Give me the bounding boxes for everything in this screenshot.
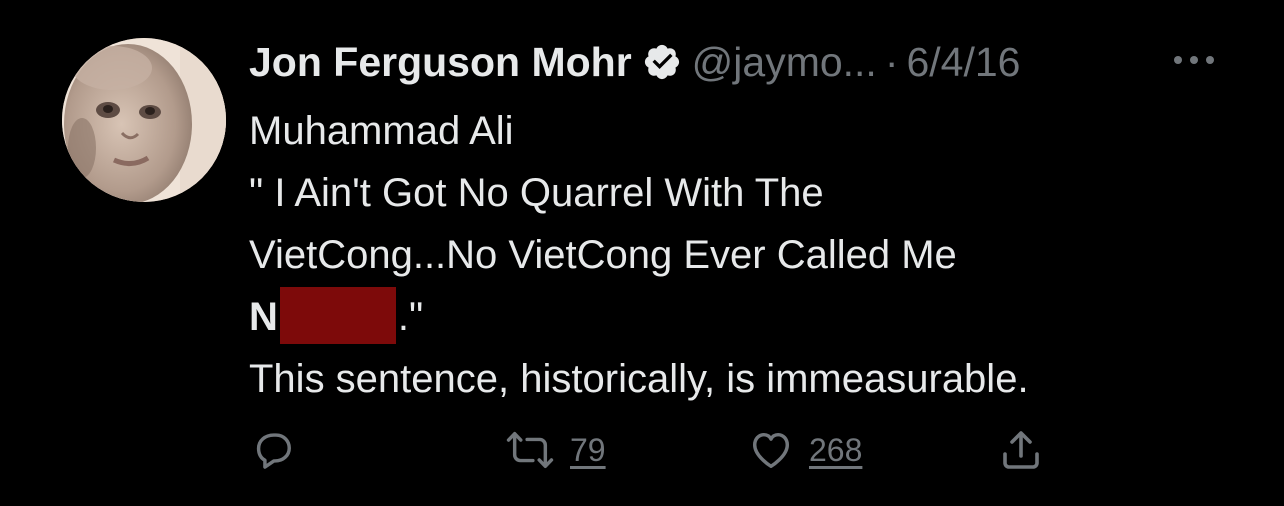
- redaction-box: [279, 287, 396, 344]
- like-count[interactable]: 268: [809, 432, 862, 469]
- retweet-icon: [504, 427, 556, 473]
- tweet-line: This sentence, historically, is immeasur…: [249, 357, 1029, 401]
- tweet-body: Muhammad Ali " I Ain't Got No Quarrel Wi…: [249, 100, 1249, 410]
- tweet-date[interactable]: 6/4/16: [906, 39, 1020, 86]
- reply-button[interactable]: [249, 425, 295, 475]
- share-button[interactable]: [997, 425, 1045, 475]
- action-bar: 79 268: [249, 425, 1069, 475]
- tweet-line: VietCong...No VietCong Ever Called Me: [249, 233, 957, 277]
- tweet-line: Muhammad Ali: [249, 109, 514, 153]
- tweet[interactable]: Jon Ferguson Mohr @jaymo... · 6/4/16 Muh…: [0, 0, 1284, 506]
- display-name[interactable]: Jon Ferguson Mohr: [249, 39, 632, 86]
- redacted-suffix: .": [397, 295, 424, 339]
- retweet-button[interactable]: 79: [504, 425, 606, 475]
- more-horizontal-icon[interactable]: [1170, 50, 1218, 70]
- retweet-count[interactable]: 79: [570, 432, 606, 469]
- tweet-header: Jon Ferguson Mohr @jaymo... · 6/4/16: [249, 34, 1020, 90]
- tweet-line: " I Ain't Got No Quarrel With The: [249, 171, 824, 215]
- avatar[interactable]: [62, 38, 226, 202]
- verified-badge-icon: [642, 42, 682, 82]
- avatar-image: [62, 38, 226, 202]
- redacted-prefix: N: [249, 295, 278, 339]
- separator-dot: ·: [884, 38, 899, 85]
- like-button[interactable]: 268: [747, 425, 862, 475]
- heart-icon: [747, 427, 795, 473]
- reply-icon: [249, 427, 295, 473]
- share-icon: [997, 426, 1045, 474]
- author-handle[interactable]: @jaymo...: [692, 39, 877, 86]
- tweet-line-redacted: N .": [249, 286, 1249, 348]
